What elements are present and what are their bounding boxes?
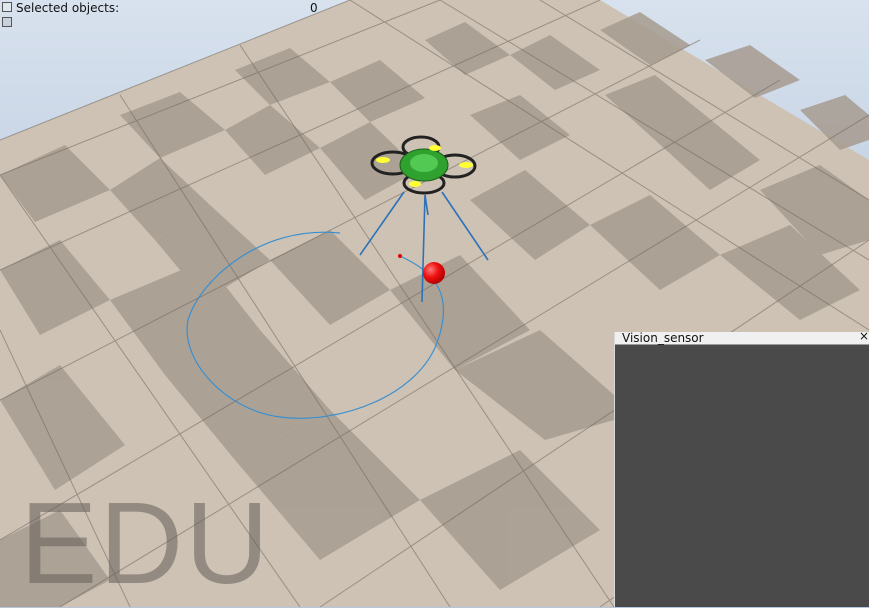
toggle-info-icon[interactable] [2, 2, 12, 12]
vision-sensor-window[interactable]: Vision_sensor × [614, 329, 869, 607]
target-dot [398, 254, 402, 258]
selected-objects-count: 0 [310, 1, 318, 15]
display-options-icon[interactable] [2, 17, 12, 27]
edu-watermark: EDU [20, 478, 271, 608]
close-icon[interactable]: × [859, 329, 869, 343]
selected-objects-label: Selected objects: [16, 1, 120, 15]
vision-sensor-title: Vision_sensor [622, 331, 704, 345]
target-sphere[interactable] [423, 262, 445, 284]
info-bar: Selected objects: 0 [0, 0, 330, 27]
vision-sensor-titlebar[interactable]: Vision_sensor × [615, 329, 869, 345]
